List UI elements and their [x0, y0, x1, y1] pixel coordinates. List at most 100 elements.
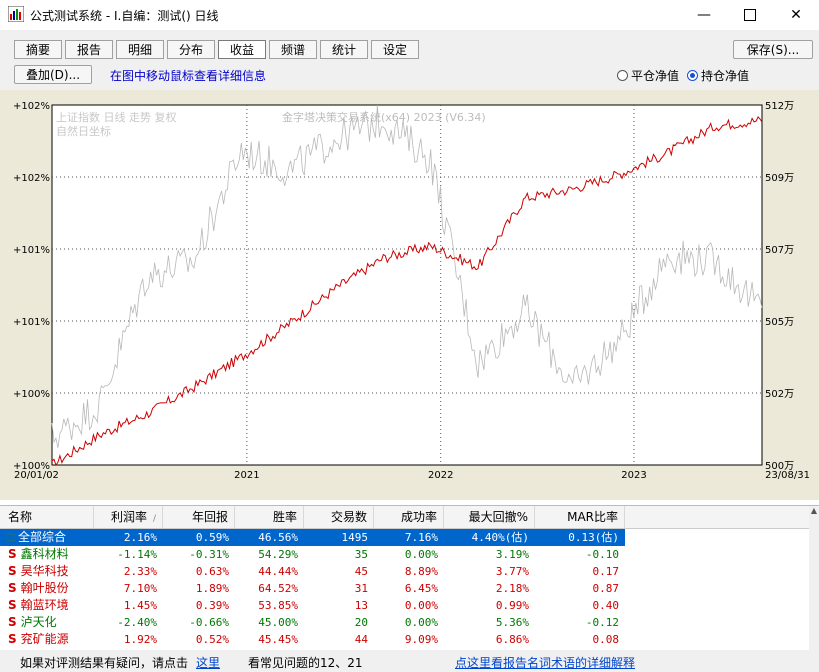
- cell-win: 44.44%: [258, 565, 298, 578]
- col-profit-label: 利润率: [110, 510, 147, 524]
- table-row[interactable]: S 昊华科技 2.33% 0.63% 44.44% 45 8.89% 3.77% 0.17: [0, 563, 810, 580]
- cell-win: 46.56%: [235, 529, 304, 546]
- cell-trades: 35: [354, 548, 368, 561]
- overlay-button[interactable]: 叠加(D)...: [14, 65, 92, 84]
- x-tick: 2021: [234, 470, 259, 481]
- row-name: 鑫科材料: [20, 547, 69, 561]
- cell-success: 6.45%: [404, 582, 438, 595]
- cell-dd: 3.77%: [495, 565, 529, 578]
- cell-dd: 6.86%: [495, 633, 529, 646]
- cell-profit: 7.10%: [123, 582, 157, 595]
- radio-on-icon: [687, 70, 698, 81]
- cell-dd: 3.19%: [495, 548, 529, 561]
- table-row[interactable]: S 翰蓝环境 1.45% 0.39% 53.85% 13 0.00% 0.99% 0.40: [0, 597, 810, 614]
- radio-hold-equity[interactable]: 持仓净值: [687, 67, 749, 84]
- cell-annual: 1.89%: [195, 582, 229, 595]
- cell-annual: 0.39%: [195, 599, 229, 612]
- col-winrate[interactable]: 胜率: [235, 506, 304, 528]
- cell-success: 0.00%: [404, 616, 438, 629]
- tab-detail[interactable]: 明细: [116, 40, 164, 59]
- y-left-tick: +102%: [13, 101, 50, 112]
- cell-win: 45.45%: [258, 633, 298, 646]
- cell-success: 0.00%: [404, 548, 438, 561]
- y-right-tick: 507万: [765, 245, 794, 256]
- table-row[interactable]: 🗀 全部综合 2.16% 0.59% 46.56% 1495 7.16% 4.40%(估) 0.…: [0, 529, 810, 546]
- scrollbar[interactable]: ▲: [809, 506, 819, 651]
- tab-summary[interactable]: 摘要: [14, 40, 62, 59]
- stock-s-icon: S: [8, 564, 17, 578]
- col-drawdown[interactable]: 最大回撤%: [444, 506, 535, 528]
- status-glossary-link[interactable]: 点这里看报告名词术语的详细解释: [455, 654, 635, 671]
- cell-profit: 2.16%: [94, 529, 163, 546]
- cell-mar: 0.08: [592, 633, 620, 646]
- cell-name: S 翰蓝环境: [0, 597, 94, 614]
- cell-mar: 0.40: [592, 599, 620, 612]
- scroll-up-icon[interactable]: ▲: [809, 506, 819, 515]
- chart-legend-index: 上证指数 日线 走势 复权: [56, 110, 177, 124]
- cell-trades: 45: [354, 565, 368, 578]
- cell-mar: -0.10: [585, 548, 619, 561]
- y-left-tick: +102%: [13, 173, 50, 184]
- cell-trades: 13: [354, 599, 368, 612]
- cell-dd: 4.40%(估): [444, 529, 535, 546]
- cell-trades: 44: [354, 633, 368, 646]
- toolbar: 摘要 报告 明细 分布 收益 频谱 统计 设定 保存(S)... 叠加(D)..…: [0, 30, 819, 90]
- save-button[interactable]: 保存(S)...: [733, 40, 813, 59]
- chart-panel[interactable]: +102% 512万 +102% 509万 +101% 507万 +101% 505万 +100…: [0, 90, 819, 500]
- y-right-tick: 512万: [765, 101, 794, 112]
- tab-spectrum[interactable]: 频谱: [269, 40, 317, 59]
- stock-s-icon: S: [8, 581, 17, 595]
- tab-report[interactable]: 报告: [65, 40, 113, 59]
- x-tick-end: 23/08/31: [765, 470, 810, 481]
- close-button[interactable]: ✕: [773, 0, 819, 30]
- stock-s-icon: S: [8, 598, 17, 612]
- results-table: 名称 利润率 / 年回报 胜率 交易数 成功率 最大回撤% MAR比率 🗀 全部综合…: [0, 505, 819, 651]
- cell-name: S 翰叶股份: [0, 580, 94, 597]
- radio-flat-equity[interactable]: 平仓净值: [617, 67, 679, 84]
- plot-area: [51, 104, 763, 466]
- col-name[interactable]: 名称: [0, 506, 94, 528]
- row-name: 翰蓝环境: [20, 598, 69, 612]
- y-right-tick: 505万: [765, 317, 794, 328]
- table-row[interactable]: S 兖矿能源 1.92% 0.52% 45.45% 44 9.09% 6.86% 0.08: [0, 631, 810, 648]
- cell-dd: 2.18%: [495, 582, 529, 595]
- radio-hold-label: 持仓净值: [701, 69, 750, 83]
- cell-annual: 0.52%: [195, 633, 229, 646]
- tab-returns[interactable]: 收益: [218, 40, 266, 59]
- col-mar[interactable]: MAR比率: [535, 506, 625, 528]
- status-question-text: 如果对评测结果有疑问，请点击: [20, 656, 189, 670]
- close-icon: ✕: [790, 7, 802, 23]
- tab-statistics[interactable]: 统计: [320, 40, 368, 59]
- row-name: 泸天化: [20, 615, 57, 629]
- table-row[interactable]: S 鑫科材料 -1.14% -0.31% 54.29% 35 0.00% 3.19% -0.10: [0, 546, 810, 563]
- col-profit[interactable]: 利润率 /: [94, 506, 163, 528]
- table-row[interactable]: S 翰叶股份 7.10% 1.89% 64.52% 31 6.45% 2.18% 0.87: [0, 580, 810, 597]
- cell-name: S 鑫科材料: [0, 546, 94, 563]
- maximize-button[interactable]: [727, 0, 773, 30]
- status-bar: 如果对评测结果有疑问，请点击 这里 看常见问题的12、21 点这里看报告名词术语…: [0, 650, 819, 672]
- cell-mar: 0.17: [592, 565, 620, 578]
- cell-trades: 20: [354, 616, 368, 629]
- row-name: 昊华科技: [20, 564, 69, 578]
- cell-profit: 1.45%: [123, 599, 157, 612]
- status-faq-text: 看常见问题的12、21: [248, 656, 363, 670]
- col-annual[interactable]: 年回报: [163, 506, 235, 528]
- cell-mar: 0.13(估): [535, 529, 625, 546]
- tab-distribution[interactable]: 分布: [167, 40, 215, 59]
- minimize-button[interactable]: —: [681, 0, 727, 30]
- y-left-tick: +101%: [13, 245, 50, 256]
- col-trades[interactable]: 交易数: [304, 506, 374, 528]
- status-here-link[interactable]: 这里: [196, 654, 220, 671]
- cell-name: 🗀 全部综合: [0, 529, 94, 546]
- col-success[interactable]: 成功率: [374, 506, 444, 528]
- cell-annual: 0.59%: [163, 529, 235, 546]
- app-icon: [8, 6, 24, 22]
- tab-settings[interactable]: 设定: [371, 40, 419, 59]
- cell-name: S 兖矿能源: [0, 631, 94, 648]
- stock-s-icon: S: [8, 615, 17, 629]
- cell-annual: -0.31%: [189, 548, 229, 561]
- window-title: 公式测试系统 - I.自编：测试() 日线: [30, 9, 219, 23]
- equity-chart[interactable]: +102% 512万 +102% 509万 +101% 507万 +101% 505万 +100…: [0, 90, 819, 500]
- cell-win: 64.52%: [258, 582, 298, 595]
- table-row[interactable]: S 泸天化 -2.40% -0.66% 45.00% 20 0.00% 5.36% -0.12: [0, 614, 810, 631]
